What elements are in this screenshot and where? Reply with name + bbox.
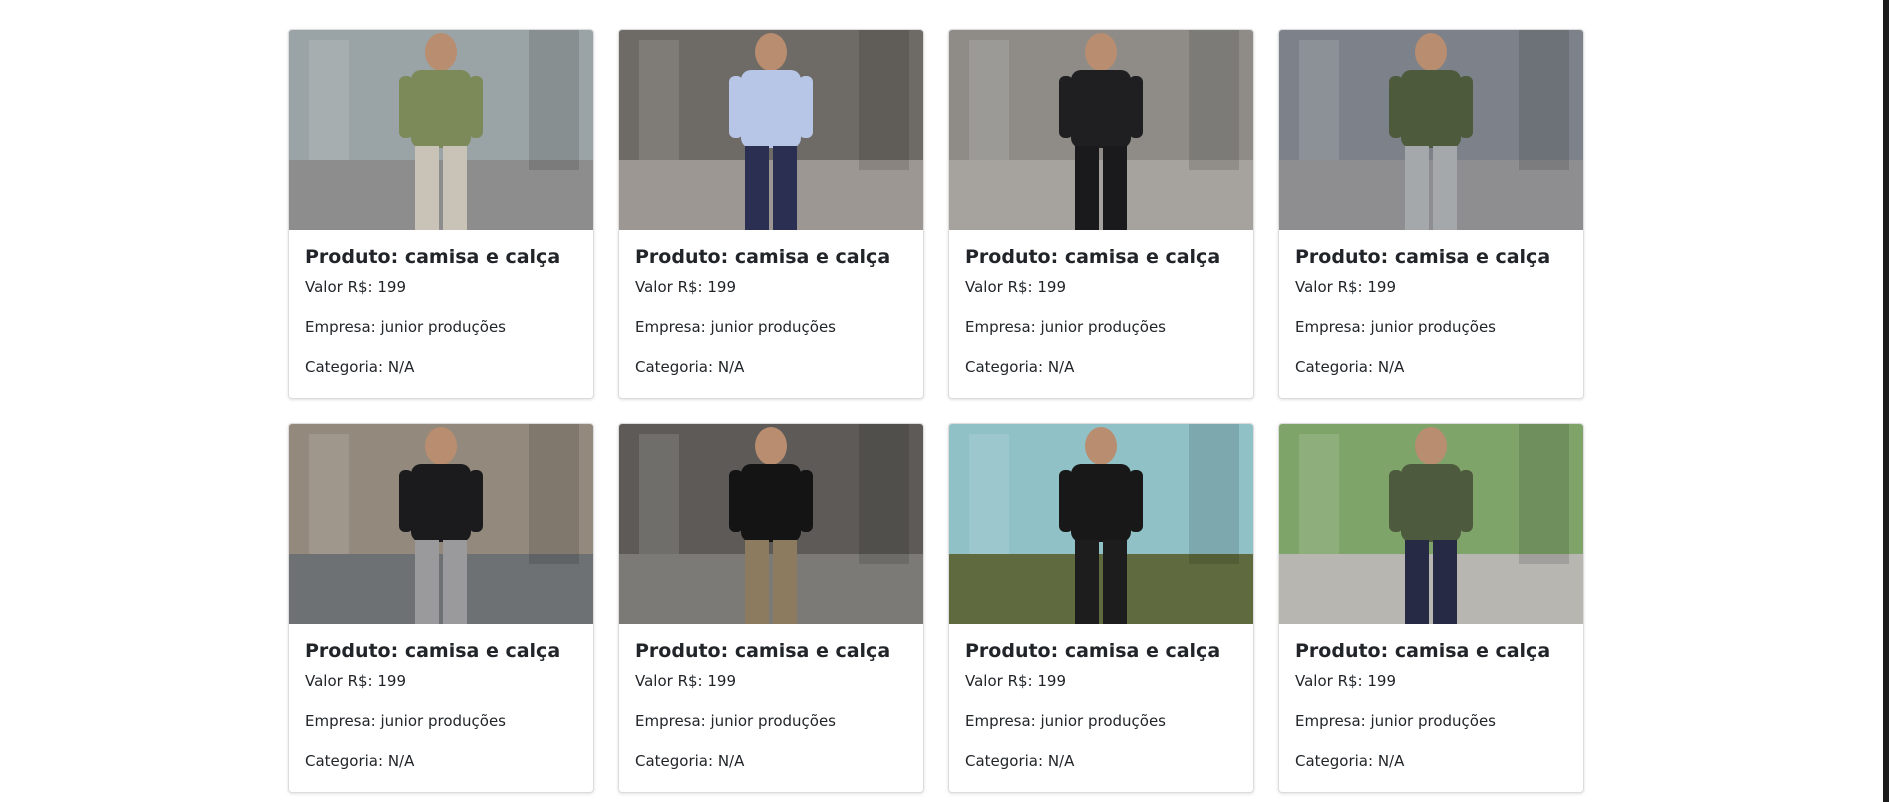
product-price: Valor R$: 199: [305, 672, 406, 690]
product-company: Empresa: junior produções: [965, 712, 1166, 730]
product-photo: [289, 424, 593, 624]
product-card-body: Produto: camisa e calça Valor R$: 199 Empr…: [619, 624, 923, 770]
product-company: Empresa: junior produções: [305, 318, 506, 336]
product-title: Produto: camisa e calça: [965, 640, 1221, 662]
product-price: Valor R$: 199: [965, 672, 1066, 690]
product-price: Valor R$: 199: [635, 278, 736, 296]
product-category: Categoria: N/A: [305, 752, 415, 770]
product-card[interactable]: Produto: camisa e calça Valor R$: 199 Empr…: [288, 29, 594, 399]
product-category: Categoria: N/A: [965, 752, 1075, 770]
product-company: Empresa: junior produções: [1295, 712, 1496, 730]
product-company: Empresa: junior produções: [635, 712, 836, 730]
product-image[interactable]: [619, 424, 923, 624]
product-image[interactable]: [619, 30, 923, 230]
product-price: Valor R$: 199: [1295, 672, 1396, 690]
product-card-body: Produto: camisa e calça Valor R$: 199 Empr…: [1279, 230, 1583, 376]
product-price: Valor R$: 199: [305, 278, 406, 296]
product-card[interactable]: Produto: camisa e calça Valor R$: 199 Empr…: [948, 29, 1254, 399]
product-title: Produto: camisa e calça: [1295, 640, 1551, 662]
product-card[interactable]: Produto: camisa e calça Valor R$: 199 Empr…: [288, 423, 594, 793]
product-card[interactable]: Produto: camisa e calça Valor R$: 199 Empr…: [1278, 423, 1584, 793]
product-title: Produto: camisa e calça: [635, 640, 891, 662]
product-title: Produto: camisa e calça: [305, 246, 561, 268]
product-image[interactable]: [1279, 424, 1583, 624]
product-card[interactable]: Produto: camisa e calça Valor R$: 199 Empr…: [948, 423, 1254, 793]
product-card-body: Produto: camisa e calça Valor R$: 199 Empr…: [619, 230, 923, 376]
product-image[interactable]: [949, 30, 1253, 230]
product-card-body: Produto: camisa e calça Valor R$: 199 Empr…: [949, 230, 1253, 376]
product-image[interactable]: [949, 424, 1253, 624]
product-title: Produto: camisa e calça: [1295, 246, 1551, 268]
product-company: Empresa: junior produções: [635, 318, 836, 336]
product-category: Categoria: N/A: [635, 358, 745, 376]
product-category: Categoria: N/A: [635, 752, 745, 770]
product-card-body: Produto: camisa e calça Valor R$: 199 Empr…: [289, 624, 593, 770]
product-image[interactable]: [289, 30, 593, 230]
product-photo: [619, 30, 923, 230]
product-price: Valor R$: 199: [635, 672, 736, 690]
product-image[interactable]: [289, 424, 593, 624]
product-photo: [1279, 424, 1583, 624]
product-card-body: Produto: camisa e calça Valor R$: 199 Empr…: [949, 624, 1253, 770]
product-card[interactable]: Produto: camisa e calça Valor R$: 199 Empr…: [618, 423, 924, 793]
product-grid: Produto: camisa e calça Valor R$: 199 Empr…: [288, 29, 1584, 793]
product-category: Categoria: N/A: [1295, 358, 1405, 376]
product-price: Valor R$: 199: [1295, 278, 1396, 296]
product-card[interactable]: Produto: camisa e calça Valor R$: 199 Empr…: [618, 29, 924, 399]
product-card-body: Produto: camisa e calça Valor R$: 199 Empr…: [289, 230, 593, 376]
product-title: Produto: camisa e calça: [635, 246, 891, 268]
product-photo: [1279, 30, 1583, 230]
product-photo: [949, 30, 1253, 230]
product-price: Valor R$: 199: [965, 278, 1066, 296]
product-page: Produto: camisa e calça Valor R$: 199 Empr…: [0, 0, 1889, 802]
product-company: Empresa: junior produções: [305, 712, 506, 730]
product-photo: [289, 30, 593, 230]
product-card[interactable]: Produto: camisa e calça Valor R$: 199 Empr…: [1278, 29, 1584, 399]
product-photo: [619, 424, 923, 624]
window-edge: [1883, 0, 1889, 802]
product-company: Empresa: junior produções: [965, 318, 1166, 336]
product-company: Empresa: junior produções: [1295, 318, 1496, 336]
product-category: Categoria: N/A: [305, 358, 415, 376]
product-title: Produto: camisa e calça: [965, 246, 1221, 268]
product-category: Categoria: N/A: [965, 358, 1075, 376]
product-image[interactable]: [1279, 30, 1583, 230]
product-title: Produto: camisa e calça: [305, 640, 561, 662]
product-photo: [949, 424, 1253, 624]
product-category: Categoria: N/A: [1295, 752, 1405, 770]
product-card-body: Produto: camisa e calça Valor R$: 199 Empr…: [1279, 624, 1583, 770]
